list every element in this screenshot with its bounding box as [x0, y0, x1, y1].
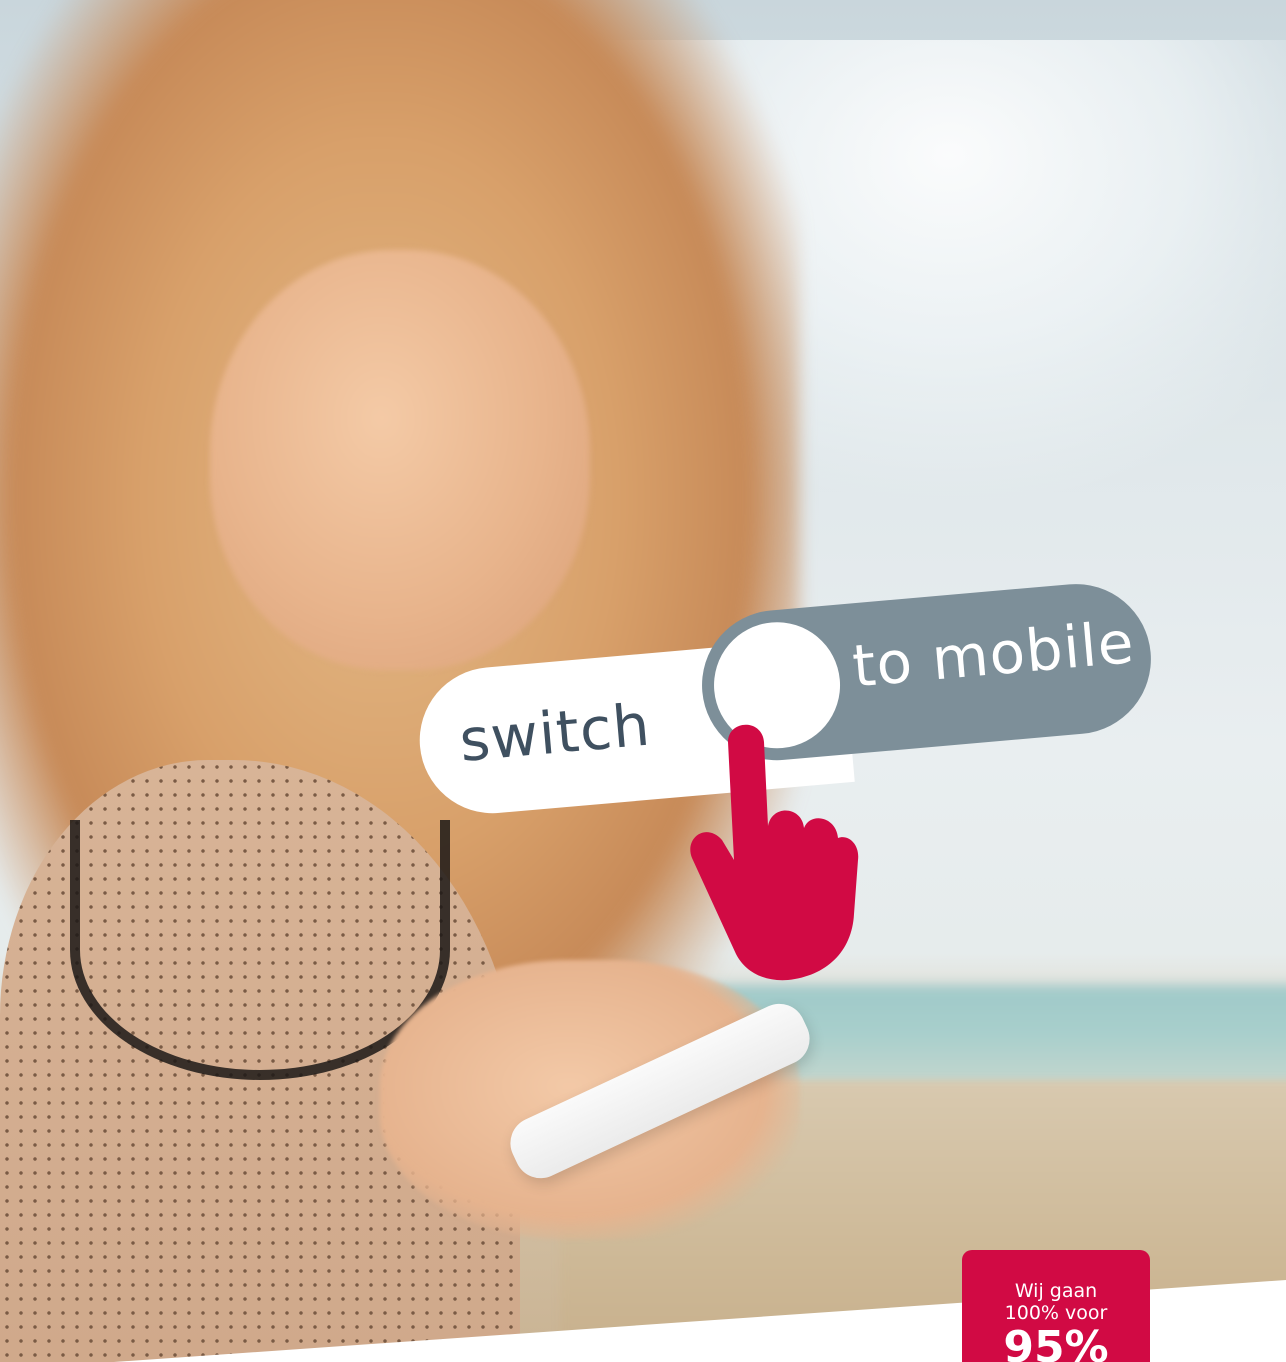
switch-label: switch	[456, 690, 654, 775]
badge-percentage: 95%	[1003, 1322, 1109, 1362]
badge-line-1: Wij gaan	[1014, 1280, 1098, 1302]
woman-face	[210, 250, 590, 670]
pointing-hand-icon	[690, 724, 859, 981]
promo-badge: Wij gaan 100% voor 95%	[962, 1250, 1150, 1362]
badge-line-2: 100% voor	[1004, 1302, 1108, 1324]
